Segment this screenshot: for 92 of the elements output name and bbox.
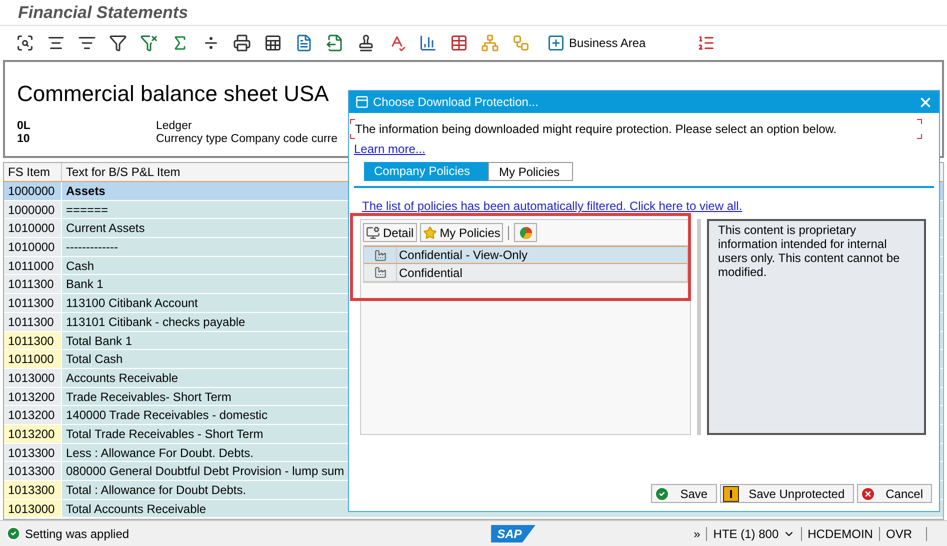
table-cell: 1010000 — [4, 219, 62, 238]
table-cell-text: 113100 Citibank Account — [65, 295, 199, 312]
dialog-button[interactable]: Cancel — [856, 484, 932, 503]
table-cell: 1000000 — [4, 200, 62, 218]
policy-row[interactable]: Confidential — [364, 264, 687, 282]
stamp-icon[interactable] — [357, 34, 375, 52]
table-cell-text: Accounts Receivable — [65, 370, 180, 387]
dialog-button[interactable]: Save Unprotected — [720, 484, 854, 503]
policy-row[interactable]: Confidential - View-Only — [364, 246, 687, 264]
user-name: HCDEMOIN — [808, 526, 873, 542]
view-all-link[interactable]: The list of policies has been automatically filtered. Click here to view all. — [362, 197, 742, 215]
color-wheel-icon — [520, 226, 532, 238]
print-icon[interactable] — [233, 34, 251, 52]
window-title: Financial Statements — [18, 2, 188, 24]
table-cell: 1013300 — [4, 462, 62, 480]
zoom-icon[interactable] — [16, 34, 34, 52]
report-title: Commercial balance sheet USA — [17, 80, 329, 108]
system-info: HTE (1) 800 — [713, 526, 779, 542]
sort-icon[interactable] — [78, 34, 96, 52]
status-message: Setting was applied — [25, 526, 130, 542]
success-icon — [6, 526, 21, 541]
warning-icon — [722, 486, 739, 502]
tab[interactable]: My Policies — [488, 162, 573, 181]
table-cell-text: Total : Allowance for Doubt Debts. — [65, 482, 248, 499]
color-button[interactable] — [514, 223, 538, 242]
message-text: The information being downloaded might require protection. Please select an option below. — [355, 121, 837, 138]
table-cell-text: Bank 1 — [65, 276, 104, 294]
sap-logo: SAP — [491, 524, 536, 542]
table-cell: 1011300 — [4, 294, 62, 312]
more-button[interactable]: » — [694, 524, 700, 542]
table-cell-text: Current Assets — [65, 220, 146, 238]
factory-icon — [374, 266, 386, 279]
dialog-button[interactable]: Save — [651, 484, 717, 503]
column-header[interactable]: FS Item — [4, 163, 62, 181]
table-cell-text: 113101 Citibank - checks payable — [65, 314, 246, 330]
field-code: 10 — [17, 133, 31, 146]
add-icon — [547, 34, 565, 52]
input-mode: OVR — [886, 526, 912, 542]
spreadsheet-icon[interactable] — [264, 34, 282, 52]
table-cell-text: Assets — [65, 183, 106, 200]
filter-remove-icon[interactable] — [140, 34, 158, 52]
table-cell: 1011000 — [4, 256, 62, 274]
learn-more-link[interactable]: Learn more... — [354, 140, 426, 158]
table-cell-text: 080000 General Doubtful Debt Provision - lump sum — [65, 463, 346, 480]
field-label: Currency type Company code curre — [156, 133, 338, 146]
corner-mark-icon — [350, 134, 355, 139]
table-cell: 1011300 — [4, 332, 62, 350]
table-cell-text: Cash — [65, 258, 96, 274]
table-cell: 1010000 — [4, 238, 62, 256]
dialog-icon — [355, 95, 369, 109]
check-icon — [654, 486, 670, 502]
table-cell: 1011300 — [4, 312, 62, 330]
table-cell-text: ====== — [65, 202, 110, 218]
corner-mark-icon — [350, 119, 355, 124]
policy-name: Confidential — [398, 264, 462, 282]
table-cell: 1013000 — [4, 500, 62, 518]
detail-icon — [366, 226, 380, 240]
business-area-button[interactable]: Business Area — [543, 34, 650, 52]
table-cell-text: Total Cash — [65, 351, 124, 368]
table-cell-text: Trade Receivables- Short Term — [65, 388, 232, 406]
detail-button[interactable]: Detail — [363, 223, 417, 242]
table-cell: 1011300 — [4, 275, 62, 294]
table-cell: 1013200 — [4, 424, 62, 443]
dialog-title: Choose Download Protection... — [373, 94, 538, 111]
chart-icon[interactable] — [419, 34, 437, 52]
corner-mark-icon — [917, 119, 922, 124]
table-cell-text: Total Bank 1 — [65, 332, 134, 350]
field-label: Ledger — [156, 120, 192, 133]
table-cell-text: 140000 Trade Receivables - domestic — [65, 407, 268, 424]
table-cell: 1013000 — [4, 368, 62, 387]
table-cell-text: Total Accounts Receivable — [65, 500, 208, 518]
export-icon[interactable] — [326, 34, 344, 52]
policy-name: Confidential - View-Only — [398, 247, 528, 264]
factory-icon — [374, 248, 386, 262]
table-cell: 1013300 — [4, 444, 62, 462]
table-icon[interactable] — [450, 34, 468, 52]
table-cell-text: ------------- — [65, 239, 119, 256]
filter-icon[interactable] — [109, 34, 127, 52]
description-text: This content is proprietary information intended for internal users only. This content cannot be modified. — [718, 223, 901, 279]
star-icon — [422, 226, 437, 240]
table-cell-text: Less : Allowance For Doubt. Debts. — [65, 444, 254, 462]
my-policies-button[interactable]: My Policies — [420, 223, 504, 242]
text-icon[interactable] — [295, 34, 313, 52]
cancel-icon — [860, 486, 876, 502]
align-icon[interactable] — [47, 34, 65, 52]
table-cell: 1013200 — [4, 388, 62, 406]
corner-mark-icon — [917, 134, 922, 139]
table-cell-text: Total Trade Receivables - Short Term — [65, 426, 264, 443]
table-cell: 1013200 — [4, 406, 62, 424]
table-cell: 1013300 — [4, 481, 62, 499]
field-code: 0L — [17, 120, 32, 133]
table-cell: 1011000 — [4, 350, 62, 368]
